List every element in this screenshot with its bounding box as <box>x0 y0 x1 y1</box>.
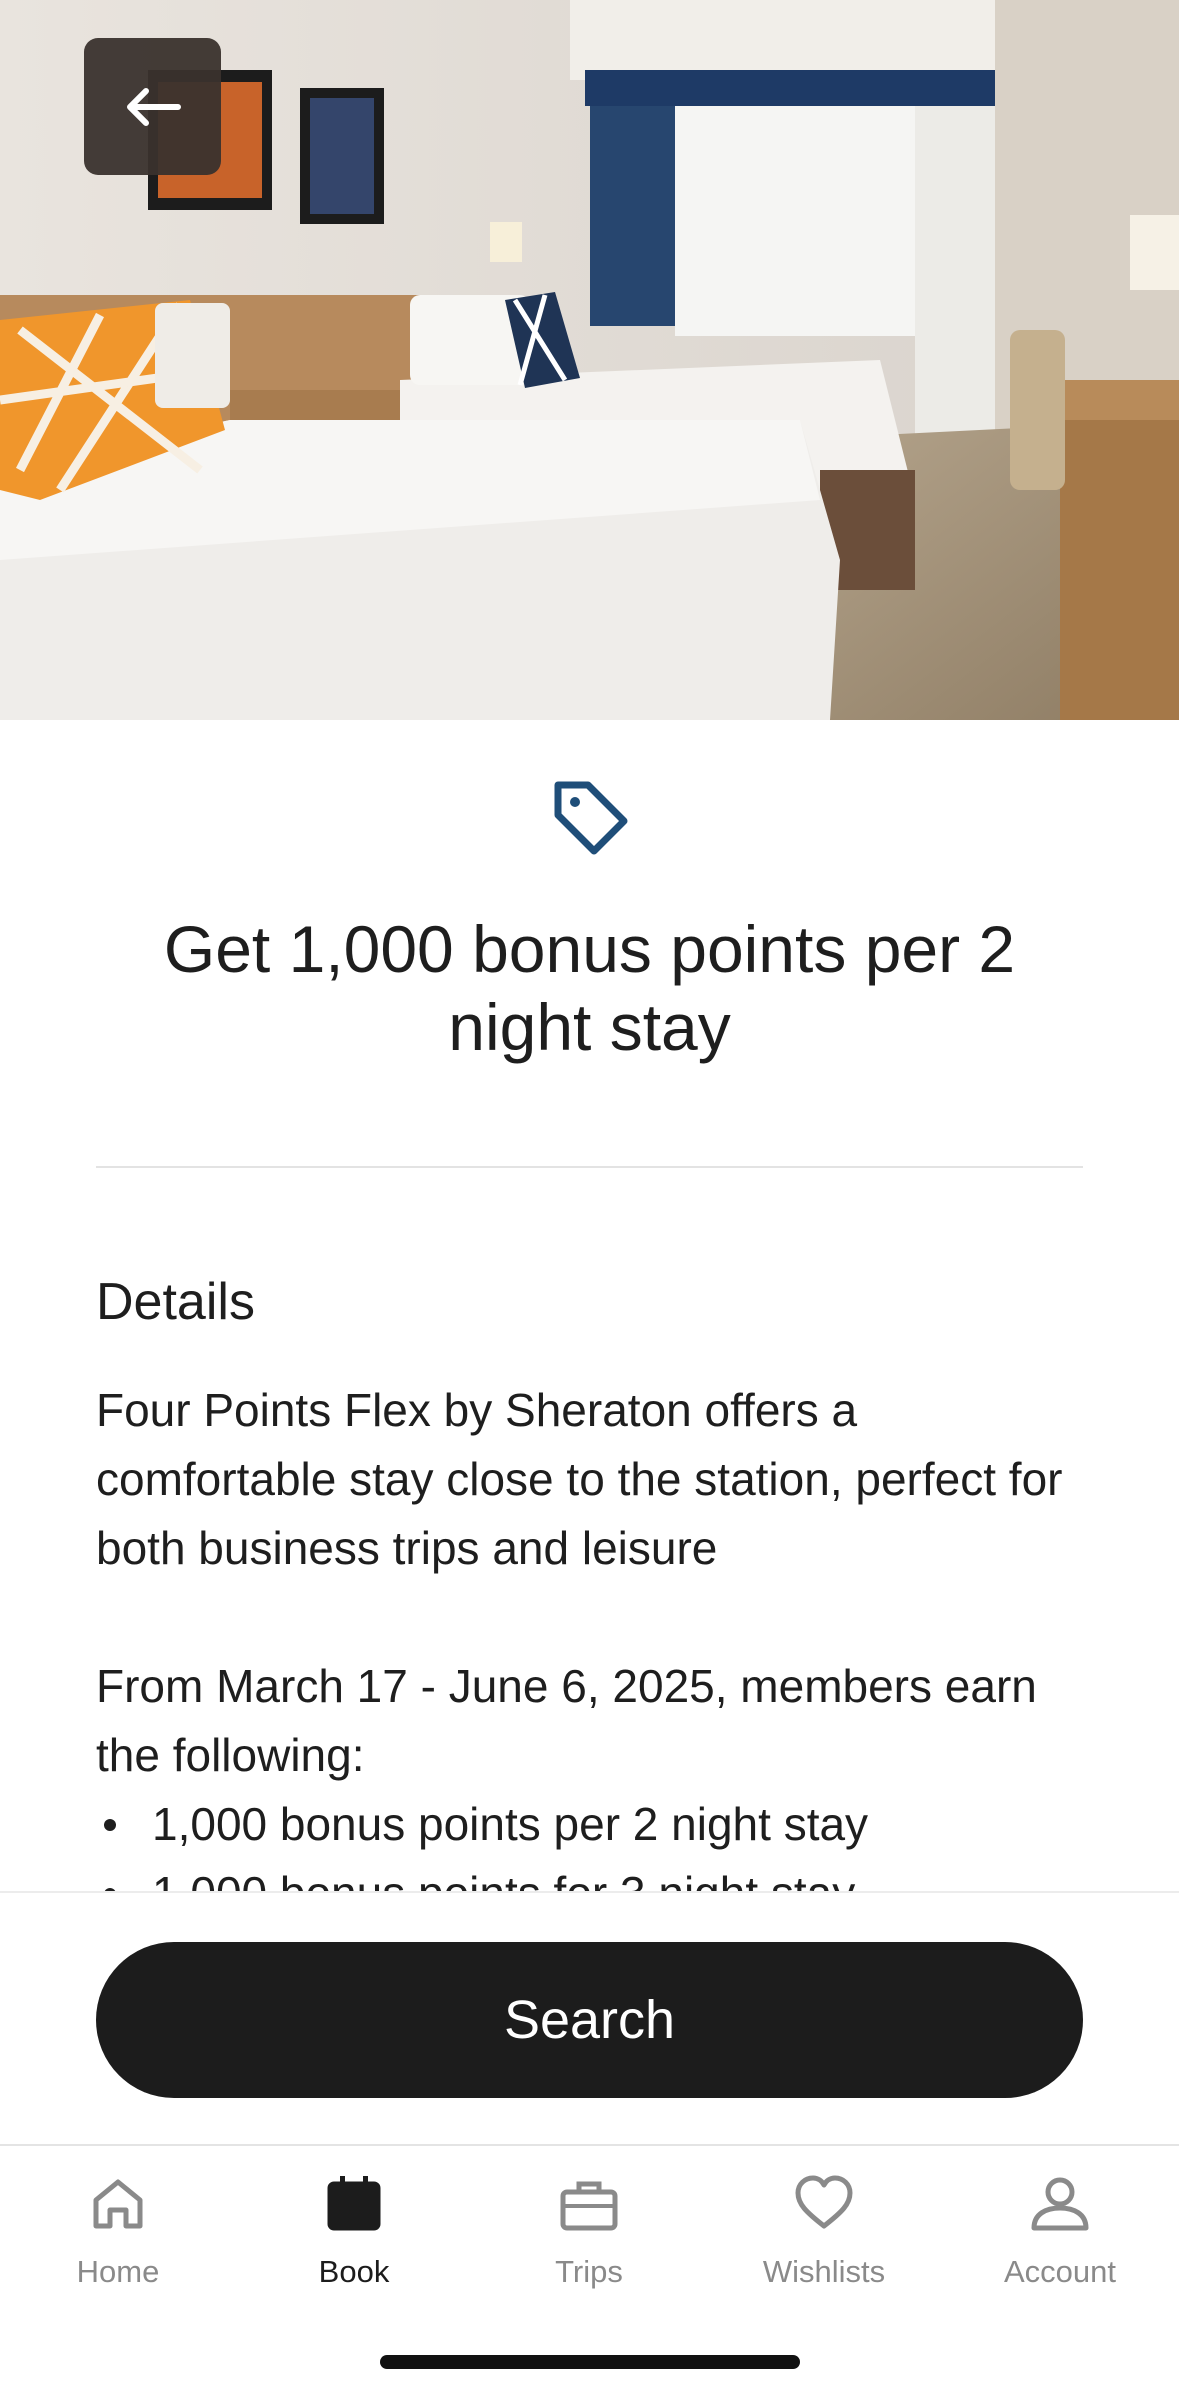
home-indicator <box>380 2355 800 2369</box>
tag-icon <box>554 781 628 855</box>
briefcase-icon <box>560 2181 618 2231</box>
bonus-list-item: 1,000 bonus points per 2 night stay <box>96 1790 1086 1859</box>
tab-book[interactable]: Book <box>236 2146 472 2296</box>
back-button[interactable] <box>84 38 221 175</box>
back-arrow-icon <box>126 87 181 126</box>
details-paragraph: Four Points Flex by Sheraton offers a co… <box>96 1384 1063 1574</box>
bonus-list: 1,000 bonus points per 2 night stay 1,00… <box>96 1790 1086 1891</box>
tab-label: Trips <box>555 2254 623 2289</box>
tab-trips[interactable]: Trips <box>471 2146 707 2296</box>
details-body: Four Points Flex by Sheraton offers a co… <box>96 1376 1086 1891</box>
tab-label: Home <box>76 2254 160 2289</box>
tab-account[interactable]: Account <box>942 2146 1178 2296</box>
search-button[interactable]: Search <box>96 1942 1083 2098</box>
hero-image <box>0 0 1179 720</box>
divider <box>96 1166 1083 1168</box>
bonus-list-item: 1,000 bonus points for 3 night stay <box>96 1859 1086 1891</box>
tab-home[interactable]: Home <box>0 2146 236 2296</box>
tab-label: Wishlists <box>762 2254 886 2289</box>
calendar-icon <box>327 2176 381 2231</box>
details-paragraph: From March 17 - June 6, 2025, members ea… <box>96 1660 1037 1781</box>
tab-wishlists[interactable]: Wishlists <box>706 2146 942 2296</box>
offer-headline: Get 1,000 bonus points per 2 night stay <box>163 912 1016 1064</box>
heart-icon <box>795 2175 853 2229</box>
person-icon <box>1031 2177 1089 2231</box>
home-icon <box>93 2179 143 2229</box>
tab-label: Account <box>1003 2254 1116 2289</box>
sheet-divider <box>0 1891 1179 1893</box>
tab-label: Book <box>318 2254 390 2289</box>
details-heading: Details <box>96 1273 255 1331</box>
